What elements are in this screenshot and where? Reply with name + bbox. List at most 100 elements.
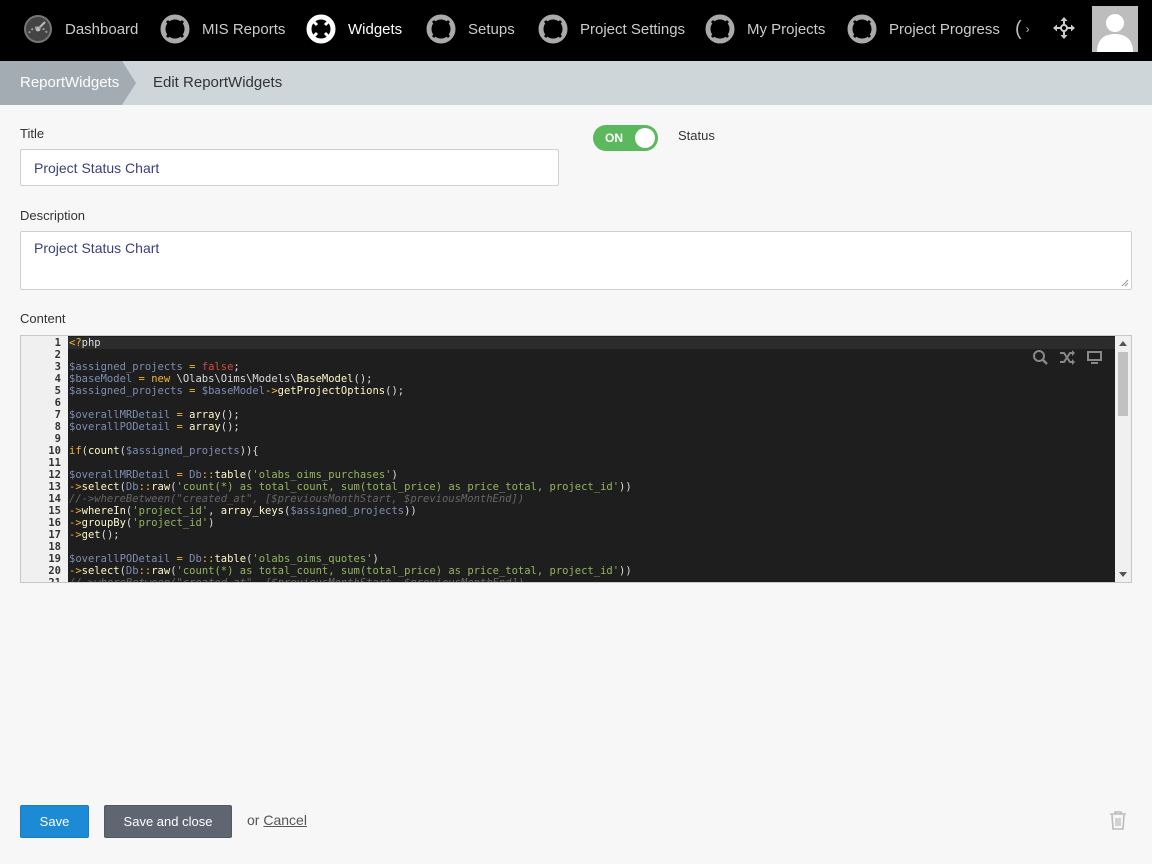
editor-toolbar	[1032, 349, 1103, 366]
lifebuoy-icon	[425, 13, 457, 45]
code-text: $assigned_projects = $baseModel->getProj…	[69, 385, 405, 397]
code-line[interactable]: 21 //->whereBetween("created_at", [$previ…	[48, 577, 1115, 582]
code-line[interactable]: 20 ->select(Db::raw('count(*) as total_co…	[48, 565, 1115, 577]
or-cancel: or Cancel	[247, 812, 307, 828]
trash-icon[interactable]	[1109, 810, 1127, 830]
code-text: ->get();	[69, 529, 120, 541]
line-number: 10	[48, 445, 61, 457]
code-line[interactable]: 14 //->whereBetween("created_at", [$previ…	[48, 493, 1115, 505]
title-label: Title	[20, 126, 45, 141]
lifebuoy-icon	[537, 13, 569, 45]
editor-scrollbar[interactable]	[1115, 336, 1131, 582]
lifebuoy-icon	[704, 13, 736, 45]
line-number: 1	[54, 337, 61, 349]
code-line[interactable]: 7 $overallMRDetail = array();	[55, 409, 1115, 421]
breadcrumb: ReportWidgets Edit ReportWidgets	[0, 61, 1152, 105]
user-silhouette-icon	[1092, 6, 1138, 52]
shuffle-icon[interactable]	[1059, 349, 1076, 366]
search-icon[interactable]	[1032, 349, 1049, 366]
nav-item-label: Dashboard	[65, 20, 139, 38]
code-text: $baseModel = new \Olabs\Oims\Models\Base…	[69, 373, 373, 385]
code-line[interactable]: 6	[55, 397, 1115, 409]
nav-item-my-projects[interactable]: My Projects	[704, 0, 825, 58]
code-text: ->select(Db::raw('count(*) as total_coun…	[69, 481, 632, 493]
code-line[interactable]: 4 $baseModel = new \Olabs\Oims\Models\Bas…	[55, 373, 1115, 385]
line-number: 17	[48, 529, 61, 541]
scrollbar-thumb[interactable]	[1118, 352, 1128, 416]
breadcrumb-current: Edit ReportWidgets	[153, 74, 283, 91]
nav-item-setups[interactable]: Setups	[425, 0, 515, 58]
code-text: $overallMRDetail = Db::table('olabs_oims…	[69, 469, 398, 481]
code-line[interactable]: 1 <?php	[55, 337, 1115, 349]
code-text: $overallMRDetail = array();	[69, 409, 240, 421]
title-input-value: Project Status Chart	[34, 159, 160, 176]
nav-item-project-settings[interactable]: Project Settings	[537, 0, 685, 58]
nav-item-label: MIS Reports	[202, 20, 286, 38]
nav-overflow-button[interactable]: ( ›	[1015, 12, 1045, 46]
line-number: 13	[48, 481, 61, 493]
line-number: 7	[54, 409, 61, 421]
nav-item-dashboard[interactable]: Dashboard	[22, 0, 138, 58]
lifebuoy-icon	[305, 13, 337, 45]
line-number: 6	[54, 397, 61, 409]
code-line[interactable]: 11	[48, 457, 1115, 469]
code-line[interactable]: 19 $overallPODetail = Db::table('olabs_oi…	[48, 553, 1115, 565]
code-line[interactable]: 13 ->select(Db::raw('count(*) as total_co…	[48, 481, 1115, 493]
speedometer-icon	[22, 13, 54, 45]
save-button[interactable]: Save	[20, 805, 89, 838]
monitor-icon[interactable]	[1086, 349, 1103, 366]
code-line[interactable]: 5 $assigned_projects = $baseModel->getPro…	[55, 385, 1115, 397]
line-number: 20	[48, 565, 61, 577]
nav-item-mis-reports[interactable]: MIS Reports	[159, 0, 285, 58]
code-line[interactable]: 2	[55, 349, 1115, 361]
line-number: 8	[54, 421, 61, 433]
code-line[interactable]: 8 $overallPODetail = array();	[55, 421, 1115, 433]
nav-item-label: Setups	[468, 20, 515, 38]
code-line[interactable]: 16 ->groupBy('project_id')	[48, 517, 1115, 529]
code-text: $assigned_projects = false;	[69, 361, 240, 373]
code-line[interactable]: 12 $overallMRDetail = Db::table('olabs_oi…	[48, 469, 1115, 481]
resize-grip-icon[interactable]	[1121, 279, 1129, 287]
description-textarea[interactable]: Project Status Chart	[20, 231, 1132, 290]
status-label: Status	[678, 128, 715, 143]
nav-item-label: Project Settings	[580, 20, 686, 38]
code-text: $overallPODetail = Db::table('olabs_oims…	[69, 553, 379, 565]
code-line[interactable]: 3 $assigned_projects = false;	[55, 361, 1115, 373]
line-number: 21	[48, 577, 61, 583]
scroll-down-arrow-icon[interactable]	[1119, 572, 1127, 577]
code-editor[interactable]: 1 <?php 2 3 $assigned_projects = false; 4 $bas…	[20, 335, 1132, 583]
line-number: 3	[54, 361, 61, 373]
code-line[interactable]: 18	[48, 541, 1115, 553]
description-textarea-value: Project Status Chart	[34, 240, 160, 256]
status-toggle[interactable]: ON	[593, 125, 658, 151]
cancel-link[interactable]: Cancel	[263, 812, 307, 828]
title-input[interactable]: Project Status Chart	[20, 149, 559, 186]
line-number: 12	[48, 469, 61, 481]
avatar[interactable]	[1092, 6, 1138, 52]
top-navigation: Dashboard MIS Reports Widgets Setups Pro…	[0, 0, 1152, 61]
lifebuoy-icon	[846, 13, 878, 45]
breadcrumb-parent-link[interactable]: ReportWidgets	[0, 61, 122, 105]
scroll-up-arrow-icon[interactable]	[1119, 341, 1127, 346]
save-and-close-button[interactable]: Save and close	[104, 805, 232, 838]
nav-item-label: Widgets	[348, 20, 403, 38]
nav-item-widgets[interactable]: Widgets	[305, 0, 402, 58]
or-text: or	[247, 812, 260, 828]
move-icon[interactable]	[1053, 17, 1075, 39]
code-text: $overallPODetail = array();	[69, 421, 240, 433]
nav-item-project-progress[interactable]: Project Progress	[846, 0, 1000, 58]
line-number: 18	[48, 541, 61, 553]
line-number: 16	[48, 517, 61, 529]
code-text: ->groupBy('project_id')	[69, 517, 215, 529]
content-label: Content	[20, 311, 66, 326]
breadcrumb-arrow	[122, 61, 136, 105]
description-label: Description	[20, 208, 86, 223]
line-number: 15	[48, 505, 61, 517]
code-line[interactable]: 17 ->get();	[48, 529, 1115, 541]
code-line[interactable]: 9	[55, 433, 1115, 445]
code-lines[interactable]: 1 <?php 2 3 $assigned_projects = false; 4 $bas…	[48, 337, 1115, 582]
nav-overflow-glyph: (	[1015, 17, 1022, 40]
code-line[interactable]: 15 ->whereIn('project_id', array_keys($as…	[48, 505, 1115, 517]
nav-item-label: My Projects	[747, 20, 826, 38]
code-line[interactable]: 10 if(count($assigned_projects)){	[48, 445, 1115, 457]
